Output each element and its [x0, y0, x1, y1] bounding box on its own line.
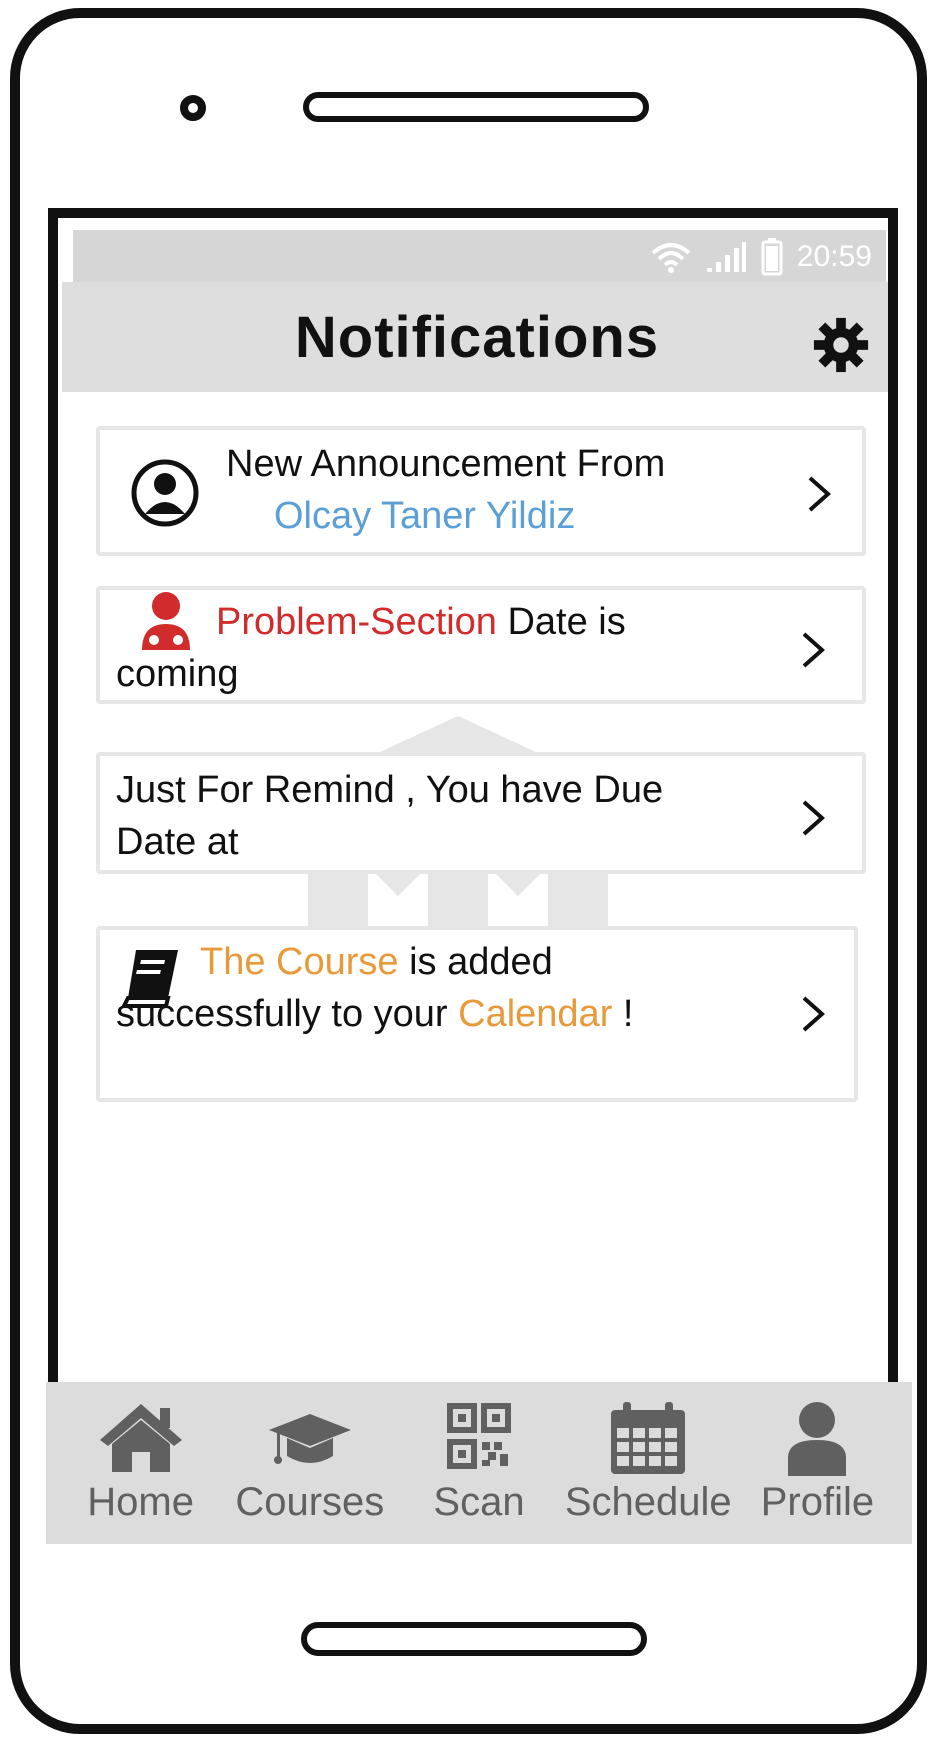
tab-scan-label: Scan	[433, 1480, 525, 1524]
notification-text: The Course is added successfully to your…	[116, 936, 776, 1040]
chevron-right-icon[interactable]	[804, 474, 834, 514]
notification-suffix: Date is	[496, 601, 626, 643]
chevron-right-icon[interactable]	[798, 798, 828, 838]
camera-icon	[180, 95, 206, 121]
chevron-right-icon[interactable]	[798, 994, 828, 1034]
notification-announcement[interactable]: New Announcement From Olcay Taner Yildiz	[96, 426, 866, 556]
notification-text: New Announcement From Olcay Taner Yildiz	[226, 438, 665, 542]
notification-line2: Date at	[116, 821, 239, 863]
notification-text: Problem-Section Date is coming	[116, 596, 756, 700]
screen: 20:59 Notifications New Announcement Fro…	[48, 208, 898, 1542]
home-button[interactable]	[301, 1622, 647, 1656]
status-bar: 20:59	[73, 230, 886, 282]
battery-icon	[761, 238, 783, 276]
calendar-icon	[611, 1402, 686, 1474]
tab-courses[interactable]: Courses	[225, 1382, 394, 1525]
user-circle-icon	[131, 459, 199, 527]
status-time: 20:59	[796, 240, 872, 273]
notification-line2-suffix: !	[612, 993, 634, 1035]
notification-problem-section[interactable]: Problem-Section Date is coming	[96, 586, 866, 704]
calendar-link[interactable]: Calendar	[458, 993, 612, 1035]
qr-code-icon	[447, 1403, 511, 1469]
notification-text: Just For Remind , You have Due Date at	[116, 764, 776, 868]
tab-profile-label: Profile	[760, 1480, 875, 1524]
announcement-prefix: New Announcement From	[226, 443, 666, 485]
notification-mid: is added	[398, 941, 553, 983]
course-link[interactable]: The Course	[200, 941, 399, 983]
bottom-tab-bar: Home Courses Scan Schedule Profile	[46, 1382, 912, 1544]
page-title: Notifications	[294, 305, 660, 370]
header: Notifications	[62, 282, 888, 392]
tab-schedule-label: Schedule	[564, 1480, 732, 1524]
announcement-sender-link[interactable]: Olcay Taner Yildiz	[226, 490, 665, 542]
tab-home[interactable]: Home	[56, 1382, 225, 1525]
tab-schedule[interactable]: Schedule	[564, 1382, 733, 1525]
tab-home-label: Home	[87, 1480, 194, 1524]
home-icon	[99, 1404, 182, 1472]
tab-profile[interactable]: Profile	[733, 1382, 902, 1525]
wifi-icon	[651, 243, 691, 273]
tab-scan[interactable]: Scan	[394, 1382, 563, 1525]
tab-courses-label: Courses	[235, 1480, 385, 1524]
chevron-right-icon[interactable]	[798, 630, 828, 670]
person-icon	[788, 1402, 847, 1476]
notification-due-date[interactable]: Just For Remind , You have Due Date at	[96, 752, 866, 874]
problem-section-link[interactable]: Problem-Section	[216, 601, 497, 643]
notification-line2-prefix: successfully to your	[116, 993, 459, 1035]
signal-icon	[706, 242, 746, 272]
notification-line1: Just For Remind , You have Due	[116, 769, 664, 811]
gear-icon[interactable]	[812, 316, 870, 374]
graduation-cap-icon	[268, 1414, 351, 1464]
speaker-top	[303, 92, 649, 122]
notification-line2: coming	[116, 653, 239, 695]
notification-course-added[interactable]: The Course is added successfully to your…	[96, 926, 858, 1102]
